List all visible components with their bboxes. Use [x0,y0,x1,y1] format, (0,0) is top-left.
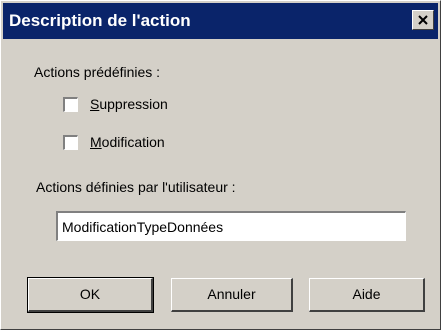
title-bar[interactable]: Description de l'action [3,3,438,39]
help-button[interactable]: Aide [309,278,425,312]
close-icon [418,15,428,25]
action-description-dialog: Description de l'action Actions prédéfin… [0,0,441,330]
predefined-actions-label: Actions prédéfinies : [34,64,161,80]
suppression-label-text: uppression [99,96,168,112]
suppression-label: Suppression [90,96,168,112]
suppression-checkbox[interactable] [63,97,78,112]
user-defined-actions-label: Actions définies par l'utilisateur : [36,179,236,195]
modification-checkbox[interactable] [63,135,78,150]
dialog-title: Description de l'action [9,11,191,30]
suppression-mnemonic: S [90,96,100,112]
modification-label-text: odification [101,134,165,150]
cancel-button[interactable]: Annuler [171,278,293,312]
modification-mnemonic: M [90,134,102,150]
ok-button[interactable]: OK [27,277,154,313]
modification-label: Modification [90,134,165,150]
user-defined-actions-input[interactable]: ModificationTypeDonnées [56,211,406,241]
close-button[interactable] [412,10,434,30]
